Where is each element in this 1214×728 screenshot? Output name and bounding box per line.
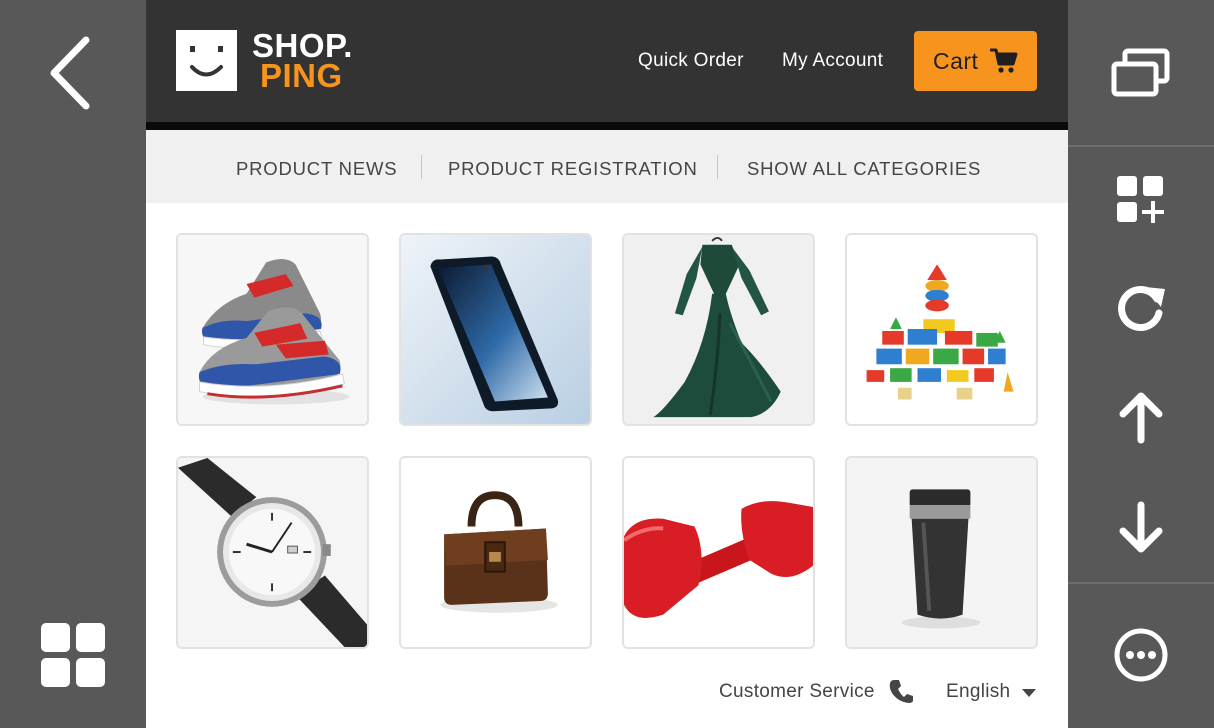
add-widget-button[interactable] xyxy=(1104,165,1178,235)
refresh-icon xyxy=(1118,286,1165,331)
product-tile-wristwatch[interactable] xyxy=(176,456,369,649)
grid-icon xyxy=(41,623,105,687)
rail-divider xyxy=(1068,145,1214,147)
product-tile-tumbler[interactable] xyxy=(845,456,1038,649)
tumbler-icon xyxy=(847,458,1036,647)
scroll-down-button[interactable] xyxy=(1104,492,1178,562)
quick-order-link[interactable]: Quick Order xyxy=(638,50,744,72)
smiley-logo-icon xyxy=(176,30,237,91)
nav-product-registration[interactable]: PRODUCT REGISTRATION xyxy=(448,158,698,180)
arrow-up-icon xyxy=(1119,392,1163,444)
customer-service-label: Customer Service xyxy=(719,681,875,702)
language-selector[interactable]: English xyxy=(946,681,1010,703)
grid-plus-icon xyxy=(1117,176,1164,223)
rail-divider xyxy=(1068,582,1214,584)
dumbbell-icon xyxy=(624,458,813,647)
windows-icon xyxy=(1111,48,1170,97)
phone-icon[interactable] xyxy=(888,678,914,704)
product-tile-toy-blocks[interactable] xyxy=(845,233,1038,426)
right-side-rail xyxy=(1068,0,1214,728)
apps-grid-button[interactable] xyxy=(40,622,106,688)
language-label: English xyxy=(946,681,1011,702)
nav-show-all-categories[interactable]: SHOW ALL CATEGORIES xyxy=(747,158,981,180)
chevron-left-icon xyxy=(50,36,90,110)
left-side-rail xyxy=(0,0,146,728)
product-tile-smartphone[interactable] xyxy=(399,233,592,426)
shopping-cart-icon xyxy=(990,48,1018,73)
arrow-down-icon xyxy=(1119,501,1163,553)
windows-button[interactable] xyxy=(1104,38,1178,108)
wristwatch-icon xyxy=(178,458,367,647)
customer-service-link[interactable]: Customer Service xyxy=(719,681,875,703)
smartphone-icon xyxy=(401,235,590,424)
back-button[interactable] xyxy=(38,34,108,112)
more-options-button[interactable] xyxy=(1104,620,1178,690)
caret-down-icon xyxy=(1022,689,1036,697)
refresh-button[interactable] xyxy=(1104,274,1178,344)
product-tile-dumbbell[interactable] xyxy=(622,456,815,649)
cart-label: Cart xyxy=(933,47,979,74)
toy-blocks-icon xyxy=(847,235,1036,424)
logo-text-bottom: PING xyxy=(260,57,343,94)
site-header: SHOP. PING Quick Order My Account Cart xyxy=(146,0,1068,122)
category-nav: PRODUCT NEWS PRODUCT REGISTRATION SHOW A… xyxy=(146,130,1068,203)
header-divider xyxy=(146,122,1068,130)
scroll-up-button[interactable] xyxy=(1104,383,1178,453)
more-horizontal-icon xyxy=(1114,628,1168,682)
product-tile-sneakers[interactable] xyxy=(176,233,369,426)
nav-product-news[interactable]: PRODUCT NEWS xyxy=(236,158,397,180)
nav-divider xyxy=(421,155,422,179)
nav-divider xyxy=(717,155,718,179)
main-content: SHOP. PING Quick Order My Account Cart P… xyxy=(146,0,1068,728)
product-tile-dress[interactable] xyxy=(622,233,815,426)
sneakers-icon xyxy=(178,235,367,424)
my-account-link[interactable]: My Account xyxy=(782,50,883,72)
shop-logo[interactable]: SHOP. PING xyxy=(176,28,372,94)
cart-button[interactable]: Cart xyxy=(914,31,1037,91)
dress-icon xyxy=(624,235,813,424)
handbag-icon xyxy=(401,458,590,647)
product-tile-handbag[interactable] xyxy=(399,456,592,649)
